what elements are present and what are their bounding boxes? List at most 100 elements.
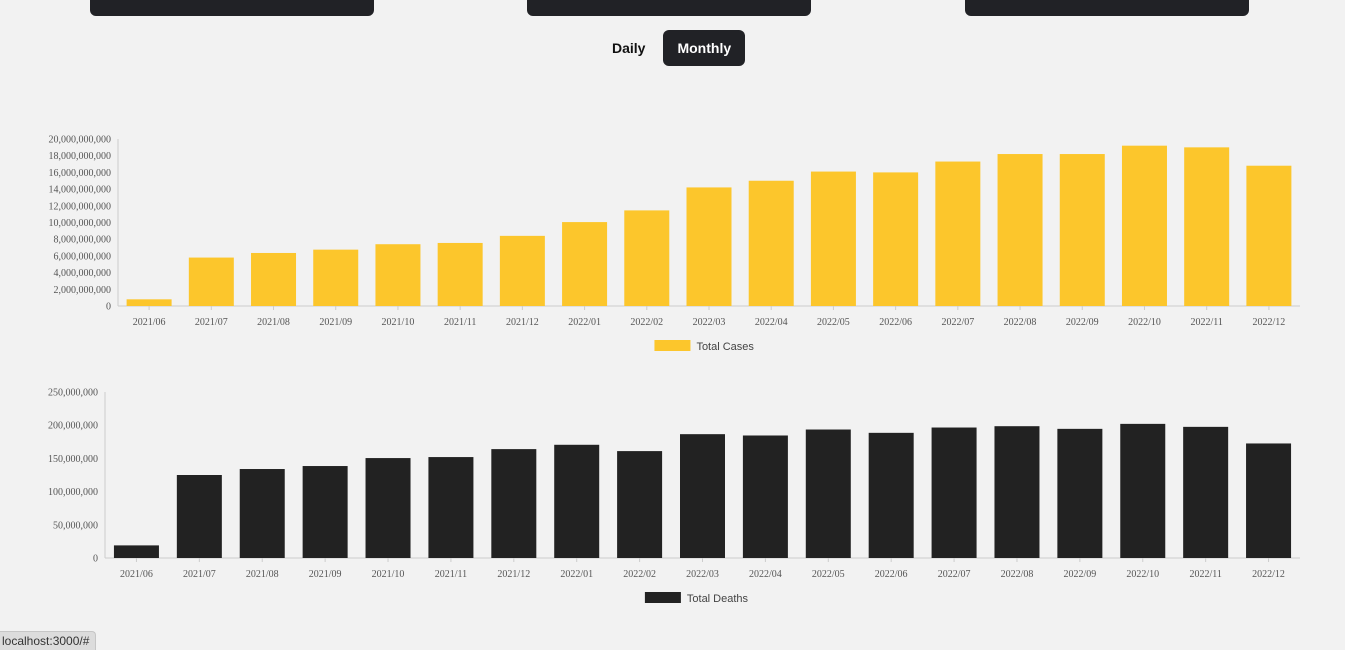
y-tick-label: 2,000,000,000: [54, 285, 112, 296]
daily-button[interactable]: Daily: [598, 30, 659, 66]
x-tick-label: 2021/11: [444, 317, 476, 328]
x-tick-label: 2022/04: [749, 569, 782, 580]
y-tick-label: 150,000,000: [48, 454, 98, 465]
x-tick-label: 2022/10: [1128, 317, 1161, 328]
bar-2022-08[interactable]: [994, 426, 1040, 558]
x-tick-label: 2021/12: [497, 569, 530, 580]
x-tick-label: 2021/06: [133, 317, 166, 328]
bar-2021-11[interactable]: [437, 242, 483, 306]
x-tick-label: 2022/11: [1190, 317, 1222, 328]
x-tick-label: 2021/06: [120, 569, 153, 580]
y-tick-label: 14,000,000,000: [49, 185, 112, 196]
y-tick-label: 10,000,000,000: [49, 218, 112, 229]
y-tick-label: 50,000,000: [53, 520, 98, 531]
x-tick-label: 2022/02: [623, 569, 656, 580]
bar-2021-12[interactable]: [491, 449, 537, 558]
x-tick-label: 2022/03: [693, 317, 726, 328]
total-deaths-chart: 0 50,000,000 100,000,000 150,000,000 200,000…: [48, 388, 1300, 605]
bar-2021-06[interactable]: [113, 545, 159, 558]
bar-2022-03[interactable]: [680, 434, 725, 558]
bar-2022-09[interactable]: [1059, 154, 1105, 306]
bar-2022-04[interactable]: [748, 180, 794, 306]
bar-2022-12[interactable]: [1246, 443, 1292, 558]
bar-2021-09[interactable]: [302, 466, 348, 558]
x-tick-label: 2022/11: [1189, 569, 1221, 580]
x-tick-label: 2021/08: [246, 569, 279, 580]
y-tick-label: 8,000,000,000: [54, 235, 112, 246]
period-toggle: Daily Monthly: [598, 30, 746, 66]
bar-2022-02[interactable]: [624, 210, 670, 306]
bar-2022-11[interactable]: [1184, 147, 1230, 306]
x-tick-label: 2022/05: [812, 569, 845, 580]
bar-2021-08[interactable]: [251, 252, 297, 306]
y-tick-label: 100,000,000: [48, 487, 98, 498]
x-tick-label: 2022/07: [941, 317, 974, 328]
bar-2022-08[interactable]: [997, 154, 1043, 306]
total-cases-chart: 0 2,000,000,000 4,000,000,000 6,000,000,000…: [49, 135, 1300, 353]
x-tick-label: 2021/12: [506, 317, 539, 328]
bar-2021-06[interactable]: [126, 299, 172, 306]
legend-swatch[interactable]: [644, 592, 681, 603]
x-tick-label: 2022/05: [817, 317, 850, 328]
y-tick-label: 0: [93, 554, 98, 565]
bar-2022-10[interactable]: [1120, 423, 1166, 558]
x-tick-label: 2022/12: [1253, 317, 1286, 328]
summary-card-1: [90, 0, 374, 16]
x-tick-label: 2022/06: [879, 317, 912, 328]
bar-2022-05[interactable]: [805, 429, 851, 558]
x-tick-label: 2022/02: [630, 317, 663, 328]
monthly-button[interactable]: Monthly: [663, 30, 746, 66]
bar-2022-11[interactable]: [1183, 426, 1229, 558]
y-tick-label: 0: [106, 302, 111, 313]
y-tick-label: 200,000,000: [48, 421, 98, 432]
x-tick-label: 2022/10: [1126, 569, 1159, 580]
x-tick-label: 2022/04: [755, 317, 788, 328]
summary-card-3: [965, 0, 1249, 16]
bar-2022-12[interactable]: [1246, 165, 1292, 306]
legend-label: Total Cases: [696, 341, 754, 353]
y-tick-label: 12,000,000,000: [49, 201, 112, 212]
x-tick-label: 2021/10: [372, 569, 405, 580]
bar-2022-05[interactable]: [810, 171, 856, 306]
summary-card-2: [527, 0, 811, 16]
y-tick-label: 4,000,000,000: [54, 268, 112, 279]
bar-2022-04[interactable]: [742, 435, 788, 558]
x-tick-label: 2022/08: [1001, 569, 1034, 580]
x-tick-label: 2021/08: [257, 317, 290, 328]
x-tick-label: 2022/09: [1063, 569, 1096, 580]
bar-2022-07[interactable]: [935, 161, 981, 306]
bar-2022-03[interactable]: [686, 187, 732, 306]
bar-2022-10[interactable]: [1121, 145, 1167, 306]
x-tick-label: 2021/10: [382, 317, 415, 328]
bar-2021-07[interactable]: [188, 257, 234, 306]
bar-2021-12[interactable]: [499, 235, 545, 306]
bar-2022-01[interactable]: [562, 222, 608, 306]
x-tick-label: 2022/03: [686, 569, 719, 580]
x-tick-label: 2022/07: [938, 569, 971, 580]
bar-2021-11[interactable]: [428, 457, 474, 558]
bar-2022-01[interactable]: [554, 444, 600, 558]
y-tick-label: 6,000,000,000: [54, 251, 112, 262]
bar-2021-08[interactable]: [239, 469, 285, 558]
bar-2022-06[interactable]: [873, 172, 919, 306]
legend-label: Total Deaths: [687, 593, 749, 605]
x-tick-label: 2022/01: [560, 569, 593, 580]
x-tick-label: 2021/09: [319, 317, 352, 328]
legend-swatch[interactable]: [654, 340, 691, 351]
bar-2021-09[interactable]: [313, 249, 359, 306]
status-bar-url: localhost:3000/#: [0, 631, 97, 650]
y-tick-label: 20,000,000,000: [49, 135, 112, 146]
bar-2022-06[interactable]: [868, 432, 914, 558]
bar-2022-02[interactable]: [617, 451, 663, 558]
y-tick-label: 18,000,000,000: [49, 151, 112, 162]
x-tick-label: 2021/07: [183, 569, 216, 580]
x-tick-label: 2022/06: [875, 569, 908, 580]
bar-2021-10[interactable]: [365, 458, 411, 558]
bar-2021-07[interactable]: [176, 475, 222, 558]
bar-2021-10[interactable]: [375, 244, 421, 306]
bar-2022-07[interactable]: [931, 427, 977, 558]
y-tick-label: 16,000,000,000: [49, 168, 112, 179]
x-tick-label: 2022/09: [1066, 317, 1099, 328]
x-tick-label: 2021/11: [435, 569, 467, 580]
bar-2022-09[interactable]: [1057, 428, 1103, 558]
